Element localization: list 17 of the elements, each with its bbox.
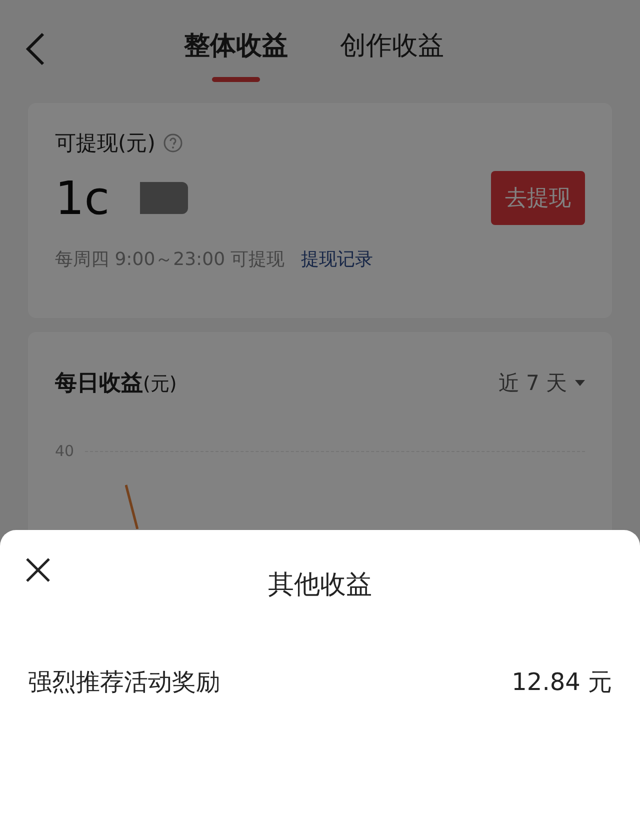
withdraw-label: 可提现(元) — [55, 130, 156, 157]
redaction-block — [140, 182, 188, 214]
back-icon[interactable] — [24, 32, 46, 66]
withdraw-history-link[interactable]: 提现记录 — [300, 247, 373, 271]
withdraw-schedule: 每周四 9:00～23:00 可提现 — [55, 248, 285, 271]
withdraw-button[interactable]: 去提现 — [491, 171, 585, 225]
line-drawing — [125, 484, 139, 529]
earning-value: 12.84 元 — [512, 667, 612, 698]
close-icon[interactable] — [26, 558, 50, 582]
sheet-title: 其他收益 — [268, 569, 372, 602]
caret-icon — [575, 380, 585, 386]
earning-label: 强烈推荐活动奖励 — [28, 667, 220, 698]
tab[interactable]: 创作收益 — [340, 28, 444, 98]
daily-earnings-title: 每日收益(元) — [55, 370, 177, 398]
range-dropdown[interactable]: 近 7 天 — [498, 369, 585, 397]
tab[interactable]: 整体收益 — [184, 28, 288, 98]
amount: 1c — [55, 171, 110, 225]
